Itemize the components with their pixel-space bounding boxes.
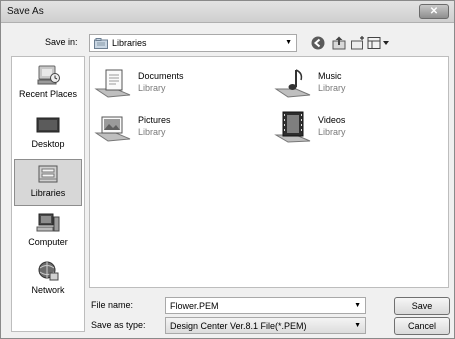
save-as-type-dropdown[interactable]: Design Center Ver.8.1 File(*.PEM) ▼ xyxy=(165,317,366,334)
views-menu-icon[interactable] xyxy=(367,35,391,51)
libraries-icon xyxy=(38,165,58,183)
save-in-dropdown[interactable]: Libraries ▼ xyxy=(89,34,297,52)
place-computer[interactable]: Computer xyxy=(14,209,82,255)
file-item-documents[interactable]: Documents Library xyxy=(94,67,244,101)
place-label: Network xyxy=(31,285,65,295)
desktop-icon xyxy=(36,117,60,133)
library-folder-icon xyxy=(94,38,108,49)
save-as-dialog: Save As ✕ Save in: Libraries ▼ Recent Pl… xyxy=(0,0,455,339)
place-label: Libraries xyxy=(30,188,66,198)
file-name: Documents xyxy=(138,71,184,81)
save-button[interactable]: Save xyxy=(394,297,450,315)
file-type: Library xyxy=(318,83,346,93)
music-library-icon xyxy=(274,69,311,98)
file-name: Pictures xyxy=(138,115,171,125)
close-button[interactable]: ✕ xyxy=(419,4,449,19)
save-in-row: Save in: Libraries ▼ xyxy=(1,30,454,54)
file-name-input[interactable]: Flower.PEM ▼ xyxy=(165,297,366,314)
place-label: Desktop xyxy=(31,139,65,149)
file-list: Documents Library Music Library Pictures… xyxy=(89,56,449,288)
file-item-pictures[interactable]: Pictures Library xyxy=(94,111,244,145)
documents-library-icon xyxy=(94,69,131,98)
file-type: Library xyxy=(138,83,166,93)
save-as-type-value: Design Center Ver.8.1 File(*.PEM) xyxy=(170,321,307,331)
chevron-down-icon: ▼ xyxy=(354,322,361,329)
file-name: Music xyxy=(318,71,342,81)
pictures-library-icon xyxy=(94,116,131,142)
dialog-title: Save As xyxy=(7,6,44,17)
file-name-value: Flower.PEM xyxy=(170,301,219,311)
up-folder-icon[interactable] xyxy=(331,35,347,51)
places-bar: Recent Places Desktop Libraries Computer… xyxy=(11,56,85,332)
place-libraries[interactable]: Libraries xyxy=(14,159,82,206)
videos-library-icon xyxy=(274,111,311,143)
file-item-music[interactable]: Music Library xyxy=(274,67,424,101)
title-bar: Save As ✕ xyxy=(1,1,454,23)
close-icon: ✕ xyxy=(429,6,439,17)
file-type: Library xyxy=(318,127,346,137)
file-item-videos[interactable]: Videos Library xyxy=(274,111,424,145)
place-desktop[interactable]: Desktop xyxy=(14,111,82,157)
new-folder-icon[interactable] xyxy=(350,35,366,51)
file-name: Videos xyxy=(318,115,346,125)
place-network[interactable]: Network xyxy=(14,257,82,303)
network-icon xyxy=(38,261,59,281)
place-label: Computer xyxy=(28,237,68,247)
save-as-type-label: Save as type: xyxy=(91,320,146,330)
recent-places-icon xyxy=(37,65,60,85)
back-icon[interactable] xyxy=(310,35,326,51)
place-recent-places[interactable]: Recent Places xyxy=(14,61,82,107)
save-in-value: Libraries xyxy=(112,38,147,48)
file-name-label: File name: xyxy=(91,300,134,310)
cancel-button[interactable]: Cancel xyxy=(394,317,450,335)
computer-icon xyxy=(36,213,60,232)
chevron-down-icon[interactable]: ▼ xyxy=(354,302,361,309)
file-type: Library xyxy=(138,127,166,137)
save-in-label: Save in: xyxy=(45,37,78,47)
place-label: Recent Places xyxy=(18,89,78,99)
chevron-down-icon: ▼ xyxy=(285,39,292,46)
